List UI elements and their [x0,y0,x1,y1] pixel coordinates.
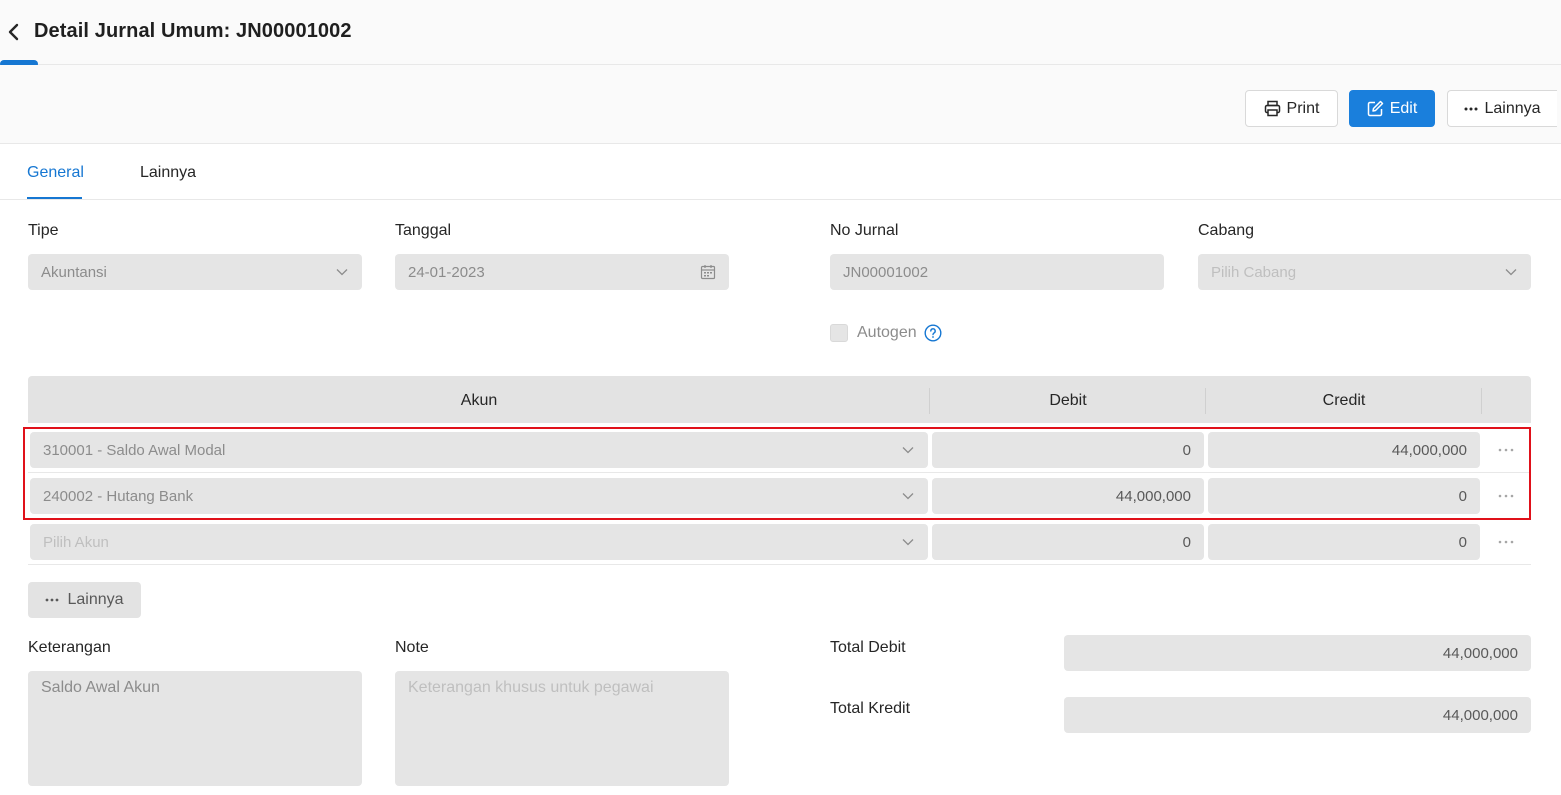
chevron-down-icon [1505,269,1517,276]
no-jurnal-label: No Jurnal [830,222,899,239]
cabang-select[interactable]: Pilih Cabang [1198,254,1531,290]
tab-general[interactable]: General [27,164,84,182]
tab-bar: General Lainnya [0,144,1561,200]
back-arrow-icon[interactable] [4,20,24,44]
ellipsis-icon [46,598,59,602]
more-actions-label: Lainnya [1484,99,1541,117]
edit-button[interactable]: Edit [1349,90,1435,127]
print-button[interactable]: Print [1245,90,1338,127]
tipe-value: Akuntansi [41,263,107,281]
tanggal-datepicker[interactable]: 24-01-2023 [395,254,729,290]
printer-icon [1264,100,1280,117]
page-header: Detail Jurnal Umum: JN00001002 [0,0,1561,68]
tipe-label: Tipe [28,222,59,239]
autogen-label: Autogen [857,324,917,341]
more-actions-button[interactable]: Lainnya [1447,90,1557,127]
row3-credit-value: 0 [1458,533,1467,551]
tanggal-label: Tanggal [395,222,452,239]
row3-debit-input[interactable]: 0 [932,524,1204,560]
row3-credit-input[interactable]: 0 [1208,524,1480,560]
total-kredit-field: 44,000,000 [1064,697,1531,733]
row3-akun-placeholder: Pilih Akun [43,533,109,551]
chevron-down-icon [902,539,914,546]
no-jurnal-input[interactable]: JN00001002 [830,254,1164,290]
total-kredit-value: 44,000,000 [1442,706,1518,724]
row3-debit-value: 0 [1182,533,1191,551]
column-divider [1481,388,1482,414]
grid-more-label: Lainnya [67,591,124,608]
tab-lainnya[interactable]: Lainnya [140,164,196,182]
no-jurnal-value: JN00001002 [843,263,929,281]
note-textarea[interactable]: Keterangan khusus untuk pegawai [395,671,729,786]
total-kredit-label: Total Kredit [830,700,911,717]
note-label: Note [395,639,429,656]
action-bar: Print Edit Lainnya [0,65,1561,144]
active-tab-indicator [27,197,82,199]
tipe-select[interactable]: Akuntansi [28,254,362,290]
calendar-icon [700,265,716,280]
autogen-checkbox[interactable] [830,324,848,342]
page-title: Detail Jurnal Umum: JN00001002 [34,20,352,42]
total-debit-value: 44,000,000 [1442,644,1518,662]
column-header-credit: Credit [1322,392,1366,409]
highlight-box [23,427,1531,520]
chevron-down-icon [336,269,348,276]
keterangan-textarea[interactable]: Saldo Awal Akun [28,671,362,786]
cabang-label: Cabang [1198,222,1255,239]
print-label: Print [1286,99,1320,117]
tanggal-value: 24-01-2023 [408,263,485,281]
journal-grid-header: Akun Debit Credit [28,376,1531,423]
row3-options-icon[interactable] [1497,540,1515,544]
edit-icon [1367,100,1383,117]
ellipsis-icon [1464,107,1478,110]
total-debit-label: Total Debit [830,639,906,656]
row-divider [28,564,1531,565]
column-header-debit: Debit [1049,392,1087,409]
help-icon[interactable] [924,324,942,342]
row3-akun-select[interactable]: Pilih Akun [30,524,928,560]
edit-label: Edit [1389,99,1418,117]
column-header-akun: Akun [460,392,498,409]
total-debit-field: 44,000,000 [1064,635,1531,671]
keterangan-label: Keterangan [28,639,111,656]
grid-more-button[interactable]: Lainnya [28,582,141,618]
cabang-placeholder: Pilih Cabang [1211,263,1297,281]
